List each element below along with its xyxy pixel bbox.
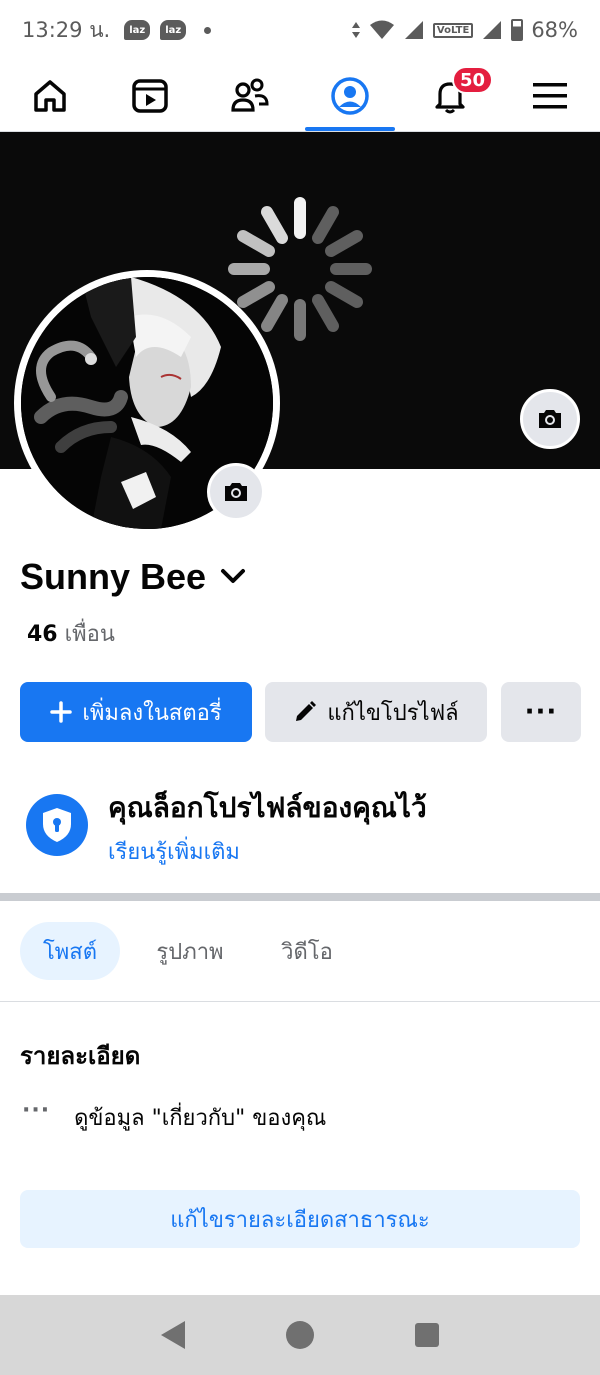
tab-photos[interactable]: รูปภาพ	[140, 922, 240, 980]
edit-public-details-button[interactable]: แก้ไขรายละเอียดสาธารณะ	[20, 1190, 580, 1248]
more-options-icon: ···	[524, 697, 558, 727]
learn-more-link[interactable]: เรียนรู้เพิ่มเติม	[108, 834, 240, 869]
home-icon	[34, 79, 66, 112]
friends-count-number: 46	[27, 622, 58, 647]
about-info-item[interactable]: ··· ดูข้อมูล "เกี่ยวกับ" ของคุณ	[22, 1098, 327, 1135]
shield-lock-icon	[26, 794, 88, 856]
friends-count-label: เพื่อน	[64, 622, 115, 647]
profile-icon	[331, 76, 369, 115]
edit-profile-label: แก้ไขโปรไฟล์	[327, 700, 459, 726]
plus-icon	[50, 701, 73, 723]
about-info-label: ดูข้อมูล "เกี่ยวกับ" ของคุณ	[74, 1106, 327, 1131]
details-heading: รายละเอียด	[20, 1042, 141, 1070]
menu-icon	[533, 82, 567, 108]
signal-icon	[404, 21, 423, 39]
friends-icon	[231, 78, 269, 112]
home-circle-icon[interactable]	[285, 1321, 314, 1349]
edit-profile-picture-button[interactable]	[207, 463, 265, 521]
edit-cover-photo-button[interactable]	[520, 389, 580, 449]
nav-video[interactable]	[100, 60, 200, 131]
top-navigation: 50	[0, 60, 600, 132]
status-bar: 13:29 น. laz laz VoLTE 68%	[0, 0, 600, 60]
notification-count-badge: 50	[452, 66, 494, 94]
chevron-down-icon[interactable]	[220, 568, 246, 586]
locked-profile-title: คุณล็อกโปรไฟล์ของคุณไว้	[108, 791, 427, 824]
volte-indicator: VoLTE	[432, 22, 474, 38]
profile-name: Sunny Bee	[20, 556, 207, 597]
profile-name-row[interactable]: Sunny Bee	[20, 556, 246, 598]
nav-menu[interactable]	[500, 60, 600, 131]
data-transfer-icon	[351, 22, 360, 38]
lazada-notification-icon: laz	[160, 20, 187, 40]
nav-profile[interactable]	[300, 60, 400, 131]
tabs-divider	[0, 1001, 600, 1002]
back-icon[interactable]	[160, 1321, 185, 1349]
tab-posts[interactable]: โพสต์	[20, 922, 120, 980]
system-navigation-bar	[0, 1295, 600, 1375]
camera-icon	[539, 410, 561, 428]
add-to-story-button[interactable]: เพิ่มลงในสตอรี่	[20, 682, 252, 742]
recent-apps-icon[interactable]	[415, 1323, 440, 1347]
edit-profile-button[interactable]: แก้ไขโปรไฟล์	[265, 682, 487, 742]
more-dots-icon: ···	[22, 1098, 51, 1123]
more-notifications-dot-icon	[204, 26, 212, 34]
more-options-button[interactable]: ···	[501, 682, 581, 742]
section-divider	[0, 893, 600, 901]
nav-home[interactable]	[0, 60, 100, 131]
nav-friends[interactable]	[200, 60, 300, 131]
pencil-icon	[296, 701, 317, 721]
nav-notifications[interactable]: 50	[400, 60, 500, 131]
battery-percent: 68%	[531, 18, 578, 42]
signal-icon-2	[483, 21, 502, 39]
video-icon	[132, 78, 168, 113]
battery-icon	[511, 19, 524, 41]
lazada-notification-icon: laz	[124, 20, 151, 40]
tab-videos[interactable]: วิดีโอ	[265, 922, 349, 980]
friends-count[interactable]: 46 เพื่อน	[27, 616, 115, 651]
status-time: 13:29 น.	[22, 17, 111, 42]
add-to-story-label: เพิ่มลงในสตอรี่	[82, 700, 222, 726]
wifi-icon	[369, 20, 394, 39]
camera-icon	[225, 483, 247, 501]
